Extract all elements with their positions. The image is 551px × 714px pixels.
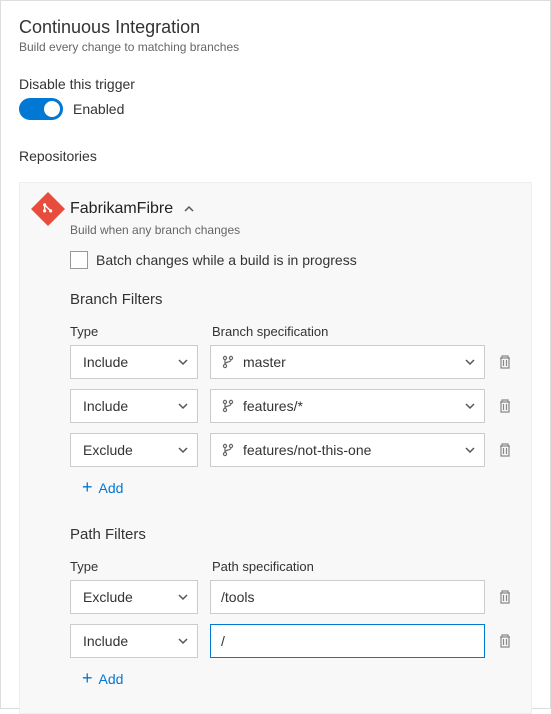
select-value: Exclude	[83, 589, 133, 605]
add-branch-filter-button[interactable]: + Add	[82, 477, 515, 498]
page-subtitle: Build every change to matching branches	[19, 40, 532, 54]
branch-spec-value: features/*	[243, 398, 303, 414]
branch-type-select[interactable]: Include	[70, 389, 198, 423]
page-title: Continuous Integration	[19, 17, 532, 38]
chevron-down-icon	[177, 356, 189, 368]
path-type-select[interactable]: Include	[70, 624, 198, 658]
chevron-down-icon	[464, 356, 476, 368]
branch-filter-row: Exclude features/not-this-one	[70, 433, 515, 467]
path-filter-row: Include	[70, 624, 515, 658]
branch-icon	[221, 355, 235, 369]
path-type-header: Type	[70, 559, 198, 574]
repo-header[interactable]: FabrikamFibre	[36, 197, 515, 221]
path-type-select[interactable]: Exclude	[70, 580, 198, 614]
branch-icon	[221, 443, 235, 457]
branch-spec-header: Branch specification	[212, 324, 515, 339]
chevron-down-icon	[464, 444, 476, 456]
chevron-down-icon	[464, 400, 476, 412]
branch-spec-select[interactable]: features/not-this-one	[210, 433, 485, 467]
add-path-filter-button[interactable]: + Add	[82, 668, 515, 689]
repositories-label: Repositories	[19, 148, 532, 164]
trigger-state: Enabled	[73, 101, 124, 117]
add-label: Add	[99, 480, 124, 496]
branch-type-select[interactable]: Include	[70, 345, 198, 379]
path-spec-input[interactable]	[210, 580, 485, 614]
select-value: Include	[83, 398, 128, 414]
branch-spec-select[interactable]: features/*	[210, 389, 485, 423]
branch-filter-row: Include features/*	[70, 389, 515, 423]
branch-spec-value: master	[243, 354, 286, 370]
branch-filters-title: Branch Filters	[70, 291, 515, 308]
plus-icon: +	[82, 668, 93, 689]
plus-icon: +	[82, 477, 93, 498]
path-filters-title: Path Filters	[70, 526, 515, 543]
select-value: Include	[83, 354, 128, 370]
delete-button[interactable]	[497, 589, 515, 605]
chevron-down-icon	[177, 444, 189, 456]
select-value: Include	[83, 633, 128, 649]
git-icon	[31, 192, 65, 226]
trigger-label: Disable this trigger	[19, 76, 532, 92]
delete-button[interactable]	[497, 633, 515, 649]
delete-button[interactable]	[497, 398, 515, 414]
branch-spec-value: features/not-this-one	[243, 442, 371, 458]
branch-spec-select[interactable]: master	[210, 345, 485, 379]
branch-filter-row: Include master	[70, 345, 515, 379]
repo-subtitle: Build when any branch changes	[70, 223, 515, 237]
chevron-down-icon	[177, 635, 189, 647]
branch-type-header: Type	[70, 324, 198, 339]
chevron-down-icon	[177, 591, 189, 603]
chevron-up-icon	[183, 203, 195, 215]
select-value: Exclude	[83, 442, 133, 458]
delete-button[interactable]	[497, 442, 515, 458]
path-spec-input[interactable]	[210, 624, 485, 658]
repo-name: FabrikamFibre	[70, 200, 173, 218]
branch-type-select[interactable]: Exclude	[70, 433, 198, 467]
path-filter-row: Exclude	[70, 580, 515, 614]
branch-icon	[221, 399, 235, 413]
trigger-toggle[interactable]	[19, 98, 63, 120]
repo-card: FabrikamFibre Build when any branch chan…	[19, 182, 532, 714]
chevron-down-icon	[177, 400, 189, 412]
delete-button[interactable]	[497, 354, 515, 370]
path-spec-header: Path specification	[212, 559, 515, 574]
batch-label: Batch changes while a build is in progre…	[96, 252, 357, 268]
add-label: Add	[99, 671, 124, 687]
batch-checkbox[interactable]	[70, 251, 88, 269]
